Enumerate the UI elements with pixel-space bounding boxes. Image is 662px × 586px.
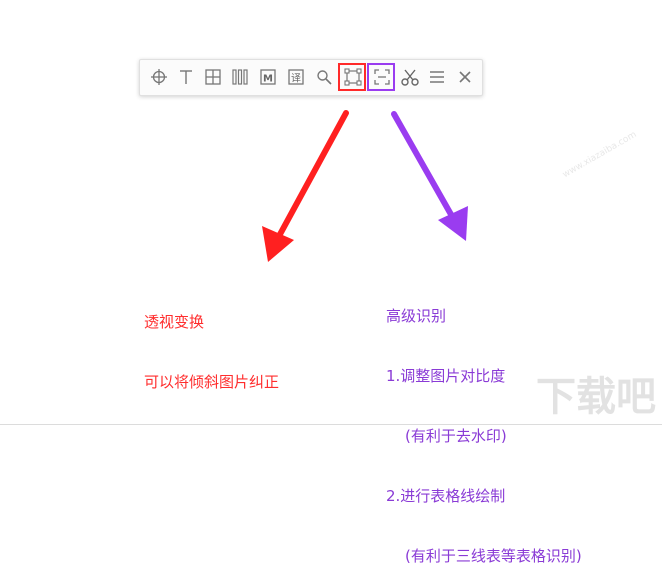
advanced-item-1-note: (有利于去水印) (405, 427, 507, 445)
perspective-title: 透视变换 (144, 313, 205, 331)
advanced-item-2-note: (有利于三线表等表格识别) (405, 547, 582, 565)
advanced-annotation: 高级识别 1.调整图片对比度 (有利于去水印) 2.进行表格线绘制 (有利于三线… (386, 266, 582, 586)
advanced-item-2: 2.进行表格线绘制 (386, 487, 506, 505)
red-arrow (262, 110, 349, 262)
purple-arrow (391, 111, 468, 241)
watermark-logo: 下载吧 (536, 374, 656, 420)
perspective-annotation: 透视变换 可以将倾斜图片纠正 (144, 272, 279, 412)
advanced-title: 高级识别 (386, 307, 447, 325)
svg-text:下载吧: 下载吧 (536, 374, 656, 420)
bottom-divider (0, 424, 662, 425)
perspective-desc: 可以将倾斜图片纠正 (144, 373, 280, 391)
